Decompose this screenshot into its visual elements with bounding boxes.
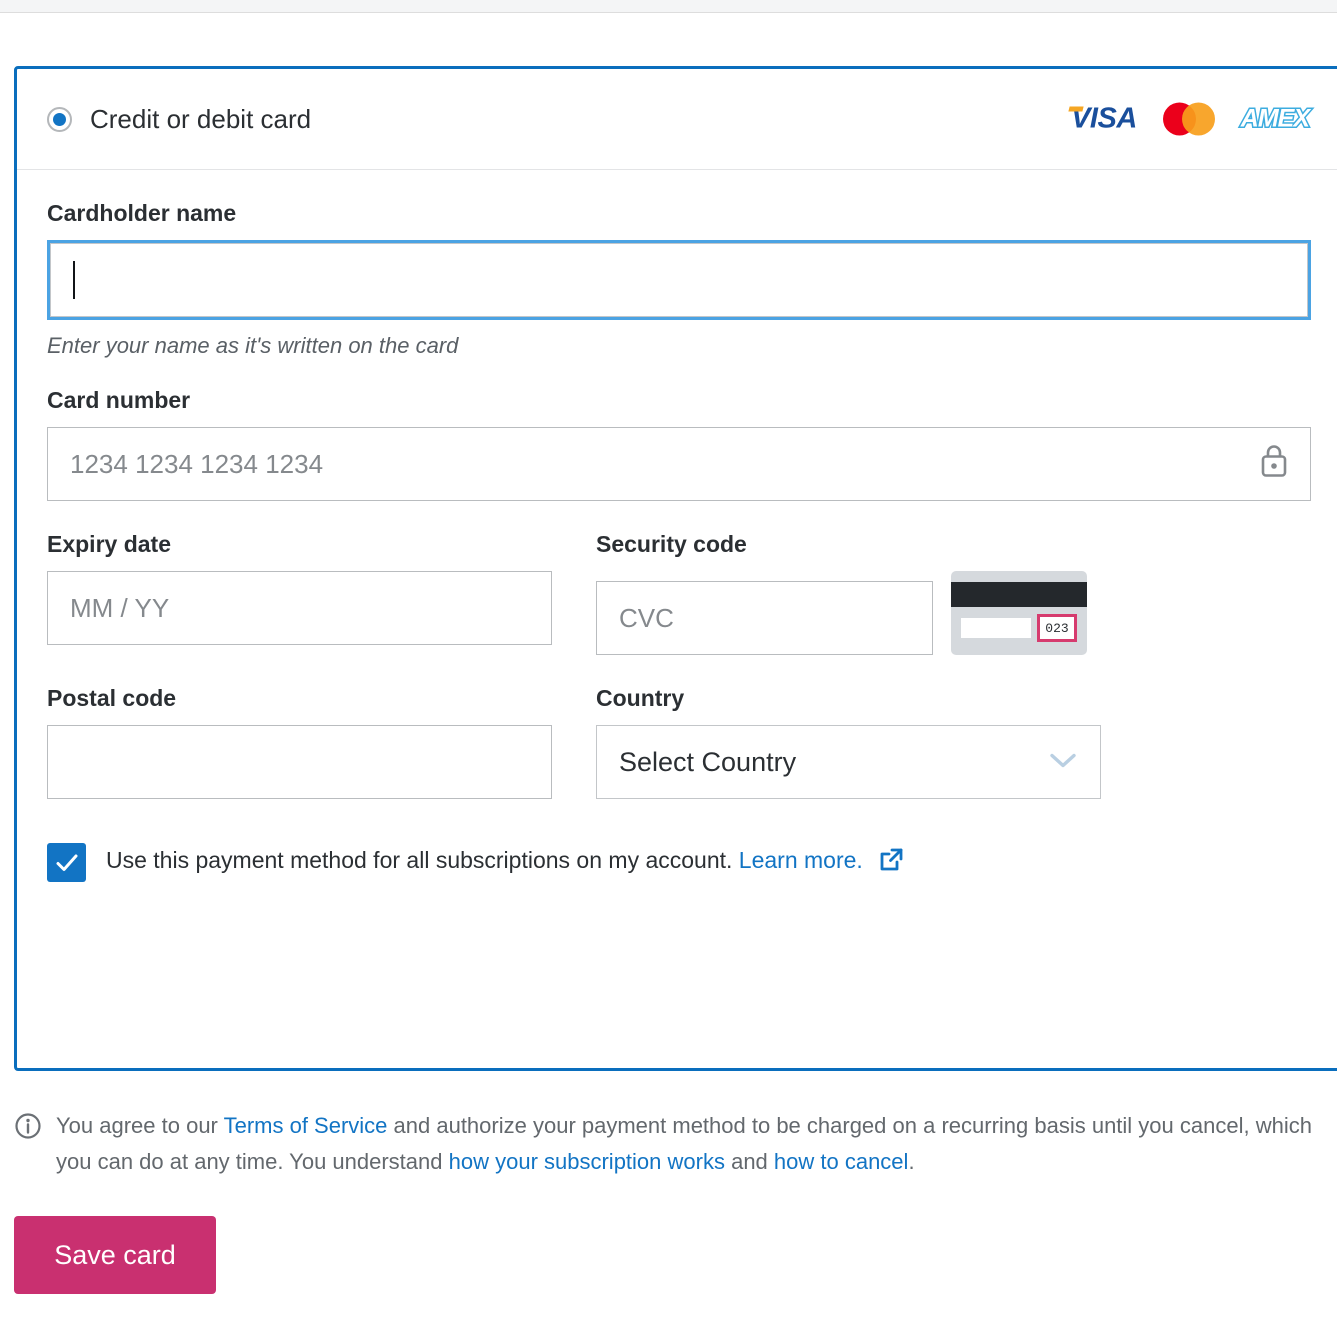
cardholder-name-label: Cardholder name: [47, 200, 237, 226]
card-number-group: Card number 1234 1234 1234 1234: [47, 387, 1311, 501]
expiry-date-label: Expiry date: [47, 531, 171, 557]
card-number-placeholder: 1234 1234 1234 1234: [70, 448, 324, 479]
card-brand-logos: VISA AMEX: [1071, 102, 1312, 136]
cvc-magnetic-stripe: [951, 582, 1087, 607]
payment-form-page: Credit or debit card VISA AMEX Cardholde…: [0, 0, 1337, 1337]
cardholder-name-input[interactable]: [47, 240, 1311, 320]
chevron-down-icon: [1048, 747, 1078, 778]
country-select[interactable]: Select Country: [596, 725, 1101, 799]
expiry-security-row: Expiry date MM / YY Security code CVC 02…: [47, 531, 1311, 655]
country-group: Country Select Country: [596, 685, 1101, 799]
security-code-input[interactable]: CVC: [596, 581, 933, 655]
save-card-button[interactable]: Save card: [14, 1216, 216, 1294]
credit-card-radio[interactable]: [47, 106, 72, 132]
payment-method-header: Credit or debit card VISA AMEX: [17, 69, 1337, 170]
cardholder-name-hint: Enter your name as it's written on the c…: [47, 333, 459, 358]
how-to-cancel-link[interactable]: how to cancel: [774, 1149, 909, 1174]
cardholder-name-group: Cardholder name Enter your name as it's …: [47, 200, 1311, 359]
security-code-group: Security code CVC 023: [596, 531, 1101, 655]
terms-text: You agree to our Terms of Service and au…: [56, 1108, 1324, 1180]
expiry-date-group: Expiry date MM / YY: [47, 531, 552, 655]
postal-code-input[interactable]: [47, 725, 552, 799]
external-link-icon[interactable]: [878, 847, 904, 879]
expiry-date-input[interactable]: MM / YY: [47, 571, 552, 645]
country-label: Country: [596, 685, 685, 711]
payment-method-panel: Credit or debit card VISA AMEX Cardholde…: [14, 66, 1337, 1071]
postal-code-label: Postal code: [47, 685, 177, 711]
all-subscriptions-row[interactable]: Use this payment method for all subscrip…: [47, 843, 1311, 892]
card-number-input[interactable]: 1234 1234 1234 1234: [47, 427, 1311, 501]
terms-part-1: You agree to our: [56, 1113, 224, 1138]
page-top-strip: [0, 0, 1337, 13]
mastercard-logo: [1162, 102, 1215, 136]
all-subscriptions-label: Use this payment method for all subscrip…: [106, 846, 733, 873]
amex-logo: AMEX: [1239, 103, 1311, 134]
learn-more-link[interactable]: Learn more.: [739, 847, 863, 873]
lock-icon: [1260, 444, 1288, 485]
security-code-placeholder: CVC: [619, 602, 674, 633]
radio-selected-dot: [53, 112, 66, 126]
country-selected-value: Select Country: [619, 746, 797, 777]
security-code-label: Security code: [596, 531, 747, 557]
postal-country-row: Postal code Country Select Country: [47, 685, 1311, 799]
subscription-works-link[interactable]: how your subscription works: [449, 1149, 725, 1174]
postal-code-group: Postal code: [47, 685, 552, 799]
payment-method-radio-row[interactable]: Credit or debit card: [47, 104, 311, 135]
card-number-label: Card number: [47, 387, 191, 413]
terms-of-service-link[interactable]: Terms of Service: [224, 1113, 388, 1138]
expiry-date-placeholder: MM / YY: [70, 592, 170, 623]
cvc-signature-strip: [961, 618, 1031, 638]
terms-notice: You agree to our Terms of Service and au…: [14, 1108, 1324, 1180]
terms-part-4: .: [908, 1149, 915, 1174]
text-caret: [73, 261, 75, 299]
info-icon: [14, 1112, 42, 1180]
all-subscriptions-text-wrap: Use this payment method for all subscrip…: [106, 847, 904, 879]
payment-method-label: Credit or debit card: [90, 103, 312, 134]
all-subscriptions-checkbox[interactable]: [47, 843, 86, 882]
cvc-digits: 023: [1037, 614, 1077, 642]
payment-form-body: Cardholder name Enter your name as it's …: [17, 170, 1337, 892]
terms-part-3: and: [724, 1149, 774, 1174]
cvc-location-illustration: 023: [951, 571, 1087, 655]
visa-logo: VISA: [1071, 102, 1137, 135]
